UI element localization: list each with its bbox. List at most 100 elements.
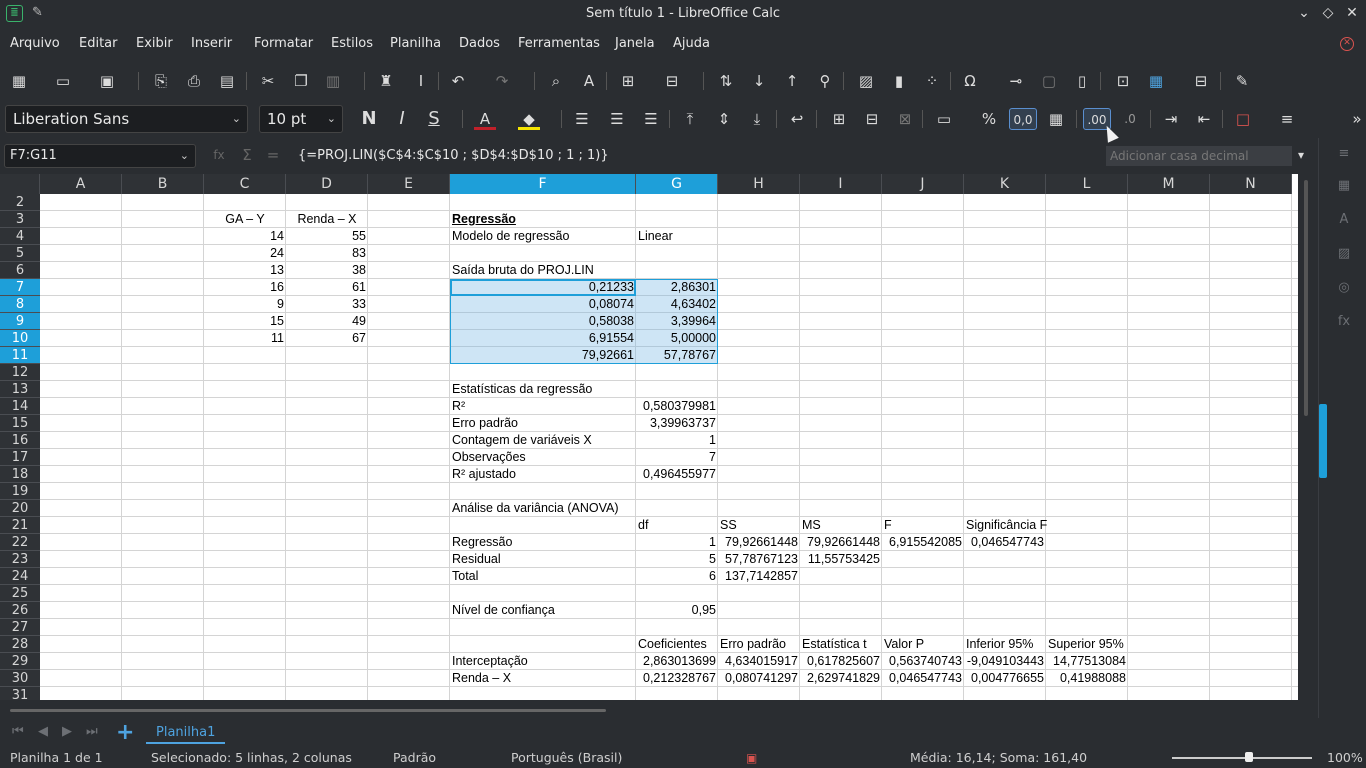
menu-ajuda[interactable]: Ajuda <box>673 36 710 51</box>
cell-i22[interactable]: 79,92661448 <box>800 534 882 551</box>
status-language[interactable]: Português (Brasil) <box>511 750 622 765</box>
status-sum[interactable]: Média: 16,14; Soma: 161,40 <box>910 750 1087 765</box>
cell-j21[interactable]: F <box>882 517 964 534</box>
column-header-k[interactable]: K <box>964 174 1046 194</box>
row-header-17[interactable]: 17 <box>0 449 40 466</box>
cell-h28[interactable]: Erro padrão <box>718 636 800 653</box>
cell-d4[interactable]: 55 <box>286 228 368 245</box>
row-header-29[interactable]: 29 <box>0 653 40 670</box>
close-document-icon[interactable]: ✕ <box>1340 37 1354 51</box>
function-wizard-icon[interactable]: fx <box>208 144 230 166</box>
row-header-5[interactable]: 5 <box>0 245 40 262</box>
cell-d8[interactable]: 33 <box>286 296 368 313</box>
cell-f24[interactable]: Total <box>450 568 636 585</box>
split-window-icon[interactable]: ⊟ <box>1190 70 1212 92</box>
merge-cells-icon[interactable]: ⊞ <box>828 108 850 130</box>
cell-c10[interactable]: 11 <box>204 330 286 347</box>
decrease-indent-icon[interactable]: ⇤ <box>1193 108 1215 130</box>
bold-button[interactable]: N <box>358 108 380 130</box>
define-print-area-icon[interactable]: ⊡ <box>1112 70 1134 92</box>
clone-format-icon[interactable]: ♜ <box>375 70 397 92</box>
font-name-box[interactable]: Liberation Sans ⌄ <box>5 105 248 133</box>
cell-f7[interactable]: 0,21233 <box>450 279 636 296</box>
column-header-a[interactable]: A <box>40 174 122 194</box>
cell-f14[interactable]: R² <box>450 398 636 415</box>
cell-i29[interactable]: 0,617825607 <box>800 653 882 670</box>
borders-icon[interactable]: □ <box>1232 108 1254 130</box>
row-icon[interactable]: ⊞ <box>617 70 639 92</box>
column-header-f[interactable]: F <box>450 174 636 194</box>
align-top-icon[interactable]: ⤒ <box>679 108 701 130</box>
cell-l29[interactable]: 14,77513084 <box>1046 653 1128 670</box>
cell-f9[interactable]: 0,58038 <box>450 313 636 330</box>
row-header-3[interactable]: 3 <box>0 211 40 228</box>
italic-button[interactable]: I <box>391 108 413 130</box>
cell-f17[interactable]: Observações <box>450 449 636 466</box>
more-options-icon[interactable]: » <box>1346 108 1366 130</box>
cell-g29[interactable]: 2,863013699 <box>636 653 718 670</box>
cell-g24[interactable]: 6 <box>636 568 718 585</box>
row-header-7[interactable]: 7 <box>0 279 40 296</box>
horizontal-scrollbar[interactable] <box>0 704 1298 716</box>
sum-icon[interactable]: Σ <box>236 144 258 166</box>
insert-chart-icon[interactable]: ▮ <box>888 70 910 92</box>
row-header-16[interactable]: 16 <box>0 432 40 449</box>
comment-icon[interactable]: ▢ <box>1038 70 1060 92</box>
cell-c5[interactable]: 24 <box>204 245 286 262</box>
cell-f10[interactable]: 6,91554 <box>450 330 636 347</box>
menu-janela[interactable]: Janela <box>615 36 655 51</box>
first-sheet-icon[interactable]: ⏮ <box>12 724 24 739</box>
cell-h23[interactable]: 57,78767123 <box>718 551 800 568</box>
cell-g23[interactable]: 5 <box>636 551 718 568</box>
next-sheet-icon[interactable]: ▶ <box>62 724 72 739</box>
cell-g14[interactable]: 0,580379981 <box>636 398 718 415</box>
column-header-h[interactable]: H <box>718 174 800 194</box>
column-header-c[interactable]: C <box>204 174 286 194</box>
number-format-button[interactable]: 0,0 <box>1009 108 1037 130</box>
cell-f20[interactable]: Análise da variância (ANOVA) <box>450 500 636 517</box>
row-header-31[interactable]: 31 <box>0 687 40 700</box>
cell-c3[interactable]: GA – Y <box>204 211 286 228</box>
cell-k22[interactable]: 0,046547743 <box>964 534 1046 551</box>
font-size-box[interactable]: 10 pt ⌄ <box>259 105 343 133</box>
row-header-18[interactable]: 18 <box>0 466 40 483</box>
cell-h29[interactable]: 4,634015917 <box>718 653 800 670</box>
new-spreadsheet-icon[interactable]: ▦ <box>8 70 30 92</box>
find-replace-icon[interactable]: ⌕ <box>545 70 567 92</box>
sidebar-menu-icon[interactable]: ≡ <box>1335 146 1353 164</box>
column-header-i[interactable]: I <box>800 174 882 194</box>
row-header-10[interactable]: 10 <box>0 330 40 347</box>
cell-d10[interactable]: 67 <box>286 330 368 347</box>
row-header-28[interactable]: 28 <box>0 636 40 653</box>
column-header-d[interactable]: D <box>286 174 368 194</box>
cell-g10[interactable]: 5,00000 <box>636 330 718 347</box>
cell-f23[interactable]: Residual <box>450 551 636 568</box>
gallery-icon[interactable]: ▨ <box>1335 246 1353 264</box>
cell-c4[interactable]: 14 <box>204 228 286 245</box>
row-header-20[interactable]: 20 <box>0 500 40 517</box>
menu-estilos[interactable]: Estilos <box>331 36 373 51</box>
align-left-icon[interactable]: ☰ <box>571 108 593 130</box>
cell-f6[interactable]: Saída bruta do PROJ.LIN <box>450 262 636 279</box>
functions-icon[interactable]: fx <box>1335 314 1353 332</box>
row-header-23[interactable]: 23 <box>0 551 40 568</box>
clear-format-icon[interactable]: Ⅰ <box>410 70 432 92</box>
open-folder-icon[interactable]: ▭ <box>52 70 74 92</box>
special-character-icon[interactable]: Ω <box>959 70 981 92</box>
delete-decimal-place-button[interactable]: .0 <box>1119 108 1141 130</box>
cell-h22[interactable]: 79,92661448 <box>718 534 800 551</box>
cut-icon[interactable]: ✂ <box>257 70 279 92</box>
cell-k28[interactable]: Inferior 95% <box>964 636 1046 653</box>
currency-icon[interactable]: ▭ <box>933 108 955 130</box>
column-header-j[interactable]: J <box>882 174 964 194</box>
properties-icon[interactable]: ▦ <box>1335 178 1353 196</box>
column-header-b[interactable]: B <box>122 174 204 194</box>
formula-input[interactable]: {=PROJ.LIN($C$4:$C$10 ; $D$4:$D$10 ; 1 ;… <box>298 148 609 163</box>
sidebar-resize-handle[interactable] <box>1319 404 1327 478</box>
last-sheet-icon[interactable]: ⏭ <box>86 724 98 739</box>
select-all-corner[interactable] <box>0 174 40 194</box>
cell-k29[interactable]: -9,049103443 <box>964 653 1046 670</box>
spelling-icon[interactable]: A <box>578 70 600 92</box>
cell-g4[interactable]: Linear <box>636 228 718 245</box>
date-format-icon[interactable]: ▦ <box>1045 108 1067 130</box>
